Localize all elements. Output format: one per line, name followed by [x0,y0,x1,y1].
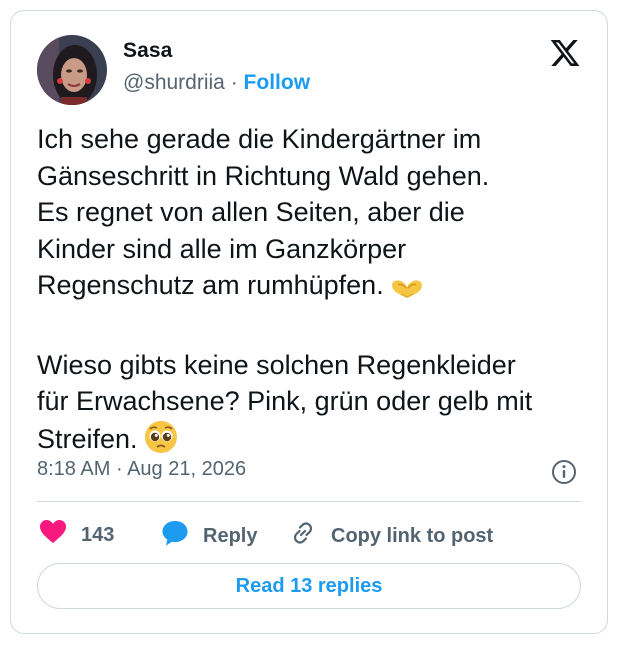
copy-link-label: Copy link to post [331,524,494,547]
tweet-text: Ich sehe gerade die Kindergärtner im Gän… [37,121,597,463]
author-name[interactable]: Sasa [123,39,172,63]
copy-link-button[interactable]: Copy link to post [289,519,493,553]
pleading-face-emoji-icon [144,420,178,464]
timestamp-row[interactable]: 8:18 AM · Aug 21, 2026 [37,458,246,481]
avatar[interactable] [37,35,107,105]
meta-separator: · [115,458,123,480]
tweet-line: Regenschutz am rumhüpfen. [37,270,384,300]
reply-button[interactable]: Reply [161,519,257,553]
heart-hands-emoji-icon [390,273,424,310]
like-button[interactable]: 143 [39,519,114,551]
tweet-line: Es regnet von allen Seiten, aber die [37,197,465,227]
like-count: 143 [81,523,115,546]
x-logo-icon[interactable] [549,37,581,69]
reply-bubble-icon [161,519,203,553]
tweet-line: Ich sehe gerade die Kindergärtner im [37,124,482,154]
handle-row: @shurdriia · Follow [123,71,310,95]
read-replies-button[interactable]: Read 13 replies [37,563,581,609]
tweet-line: Gänseschritt in Richtung Wald gehen. [37,160,490,191]
tweet-time[interactable]: 8:18 AM [37,458,110,480]
link-icon [289,519,331,553]
reply-label: Reply [203,524,258,547]
info-icon[interactable] [551,459,577,485]
tweet-line: für Erwachsene? Pink, grün oder gelb mit [37,386,533,416]
tweet-date[interactable]: Aug 21, 2026 [127,458,246,480]
tweet-line: Streifen. [37,423,138,454]
heart-icon [39,519,81,551]
tweet-line-with-emoji: Streifen. [37,420,597,464]
author-handle[interactable]: @shurdriia [123,71,225,94]
tweet-card: Sasa @shurdriia · Follow Ich sehe gerade… [10,10,608,634]
tweet-line: Wieso gibts keine solchen Regenkleider [37,349,516,380]
tweet-line-with-emoji: Regenschutz am rumhüpfen. [37,267,597,310]
follow-button[interactable]: Follow [244,71,311,94]
tweet-line: Kinder sind alle im Ganzkörper [37,233,407,264]
handle-separator: · [230,71,238,94]
divider [37,501,581,502]
